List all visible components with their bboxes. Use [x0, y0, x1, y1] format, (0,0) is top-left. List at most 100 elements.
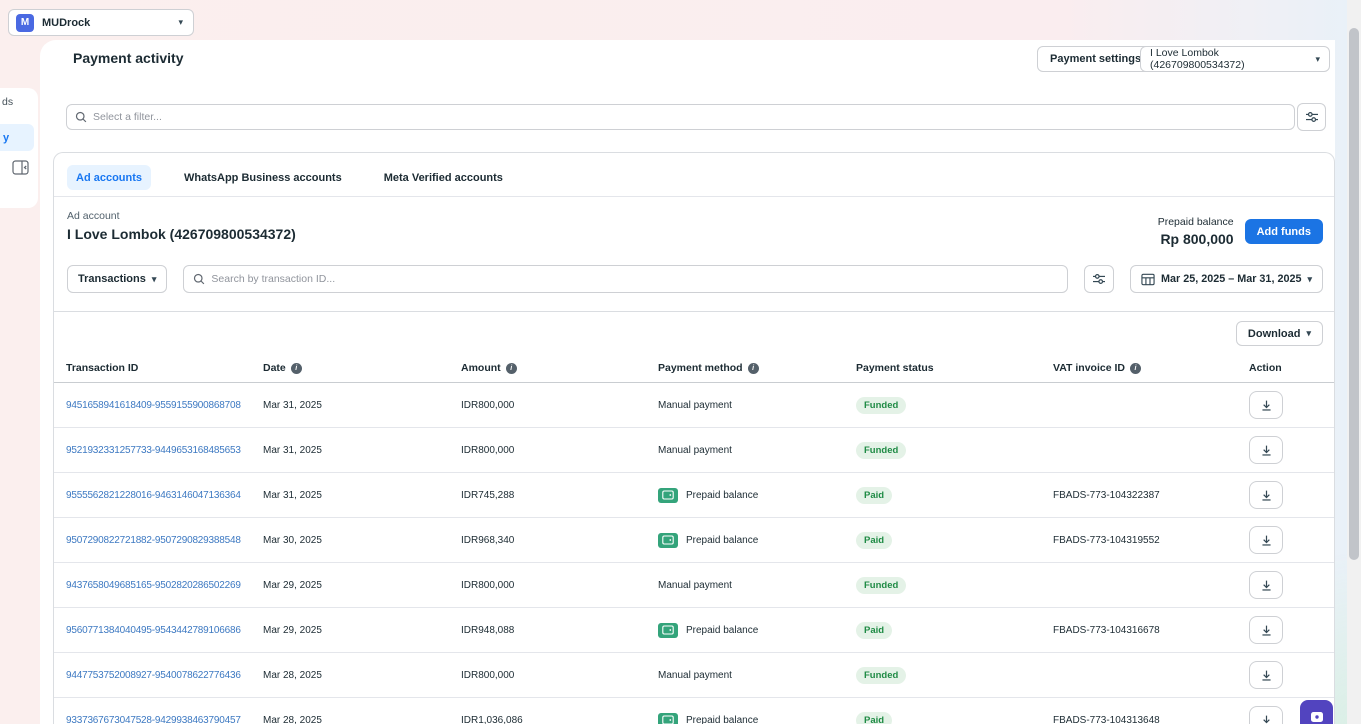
tab-ad-accounts[interactable]: Ad accounts — [67, 165, 151, 190]
download-invoice-button[interactable] — [1249, 616, 1283, 644]
download-button[interactable]: Download ▾ — [1236, 321, 1323, 346]
date-cell: Mar 31, 2025 — [263, 490, 461, 501]
vat-invoice-cell: FBADS-773-104313648 — [1053, 715, 1249, 724]
business-name: MUDrock — [42, 17, 178, 29]
transactions-type-dropdown[interactable]: Transactions ▾ — [67, 265, 167, 293]
amount-cell: IDR800,000 — [461, 670, 658, 681]
transaction-id-link[interactable]: 9437658049685165-9502820286502269 — [66, 580, 241, 591]
main-content-card: Payment activity Payment settings I Love… — [40, 40, 1335, 724]
sidebar-collapse-icon[interactable] — [12, 160, 30, 176]
download-invoice-button[interactable] — [1249, 661, 1283, 689]
transaction-id-link[interactable]: 9507290822721882-9507290829388548 — [66, 535, 241, 546]
column-header-vat-invoice-id: VAT invoice IDi — [1053, 362, 1249, 374]
download-invoice-button[interactable] — [1249, 436, 1283, 464]
info-icon[interactable]: i — [506, 363, 517, 374]
download-invoice-button[interactable] — [1249, 391, 1283, 419]
transaction-search-input[interactable] — [211, 273, 1058, 285]
info-icon[interactable]: i — [291, 363, 302, 374]
date-cell: Mar 31, 2025 — [263, 445, 461, 456]
payment-status-badge: Paid — [856, 487, 892, 504]
transaction-id-link[interactable]: 9447753752008927-9540078622776436 — [66, 670, 241, 681]
download-invoice-button[interactable] — [1249, 481, 1283, 509]
table-row: 9507290822721882-9507290829388548 Mar 30,… — [54, 518, 1334, 563]
filter-search-input[interactable] — [93, 111, 1286, 123]
date-cell: Mar 28, 2025 — [263, 670, 461, 681]
date-cell: Mar 30, 2025 — [263, 535, 461, 546]
payment-method-cell: Prepaid balance — [658, 713, 856, 724]
scrollbar-thumb[interactable] — [1349, 28, 1359, 560]
payment-method-cell: Prepaid balance — [658, 488, 856, 503]
payment-method-cell: Manual payment — [658, 445, 856, 456]
chevron-down-icon: ▾ — [1315, 55, 1320, 64]
search-icon — [193, 273, 205, 285]
download-icon — [1260, 714, 1273, 724]
table-row: 9437658049685165-9502820286502269Mar 29,… — [54, 563, 1334, 608]
payment-status-badge: Funded — [856, 667, 906, 684]
date-cell: Mar 28, 2025 — [263, 715, 461, 724]
tab-whatsapp-business-accounts[interactable]: WhatsApp Business accounts — [175, 165, 351, 190]
chevron-down-icon: ▾ — [178, 18, 183, 27]
prepaid-wallet-icon — [658, 533, 678, 548]
account-selector-value: I Love Lombok (426709800534372) — [1150, 47, 1309, 71]
table-row: 9560771384040495-9543442789106686 Mar 29,… — [54, 608, 1334, 653]
extension-overlay-button[interactable] — [1300, 700, 1333, 724]
filter-search-bar[interactable] — [66, 104, 1295, 130]
vat-invoice-cell: FBADS-773-104316678 — [1053, 625, 1249, 636]
sidebar-item-payment-activity[interactable]: y — [0, 124, 34, 151]
transaction-id-link[interactable]: 9521932331257733-9449653168485653 — [66, 445, 241, 456]
transaction-id-link[interactable]: 9337367673047528-9429938463790457 — [66, 715, 241, 724]
business-logo-icon: M — [16, 14, 34, 32]
amount-cell: IDR968,340 — [461, 535, 658, 546]
download-invoice-button[interactable] — [1249, 706, 1283, 724]
payment-method-cell: Manual payment — [658, 670, 856, 681]
transaction-filter-button[interactable] — [1084, 265, 1114, 293]
prepaid-wallet-icon — [658, 623, 678, 638]
column-header-payment-method: Payment methodi — [658, 362, 856, 374]
account-summary-row: Ad account I Love Lombok (42670980053437… — [54, 197, 1334, 253]
info-icon[interactable]: i — [748, 363, 759, 374]
payment-method-cell: Manual payment — [658, 400, 856, 411]
amount-cell: IDR800,000 — [461, 400, 658, 411]
payment-status-badge: Paid — [856, 622, 892, 639]
column-header-payment-status: Payment status — [856, 362, 1053, 374]
add-funds-button[interactable]: Add funds — [1245, 219, 1323, 244]
transaction-id-link[interactable]: 9560771384040495-9543442789106686 — [66, 625, 241, 636]
sidebar-item-truncated[interactable]: ds — [2, 96, 13, 108]
vat-invoice-cell: FBADS-773-104319552 — [1053, 535, 1249, 546]
transaction-id-link[interactable]: 9451658941618409-9559155900868708 — [66, 400, 241, 411]
table-header: Transaction ID Datei Amounti Payment met… — [54, 354, 1334, 383]
transaction-id-link[interactable]: 9555562821228016-9463146047136364 — [66, 490, 241, 501]
filter-options-button[interactable] — [1297, 103, 1326, 131]
download-icon — [1260, 624, 1273, 637]
download-invoice-button[interactable] — [1249, 571, 1283, 599]
prepaid-balance-label: Prepaid balance — [1158, 216, 1234, 228]
column-header-transaction-id: Transaction ID — [66, 362, 263, 374]
chevron-down-icon: ▾ — [152, 275, 157, 284]
transaction-search-bar[interactable] — [183, 265, 1068, 293]
account-selector-dropdown[interactable]: I Love Lombok (426709800534372) ▾ — [1140, 46, 1330, 72]
tab-meta-verified-accounts[interactable]: Meta Verified accounts — [375, 165, 512, 190]
payment-status-badge: Paid — [856, 712, 892, 724]
payment-settings-button[interactable]: Payment settings — [1037, 46, 1154, 72]
scrollbar-track[interactable] — [1347, 0, 1361, 724]
download-icon — [1260, 399, 1273, 412]
column-header-date: Datei — [263, 362, 461, 374]
download-invoice-button[interactable] — [1249, 526, 1283, 554]
business-selector-dropdown[interactable]: M MUDrock ▾ — [8, 9, 194, 36]
payment-status-badge: Funded — [856, 577, 906, 594]
ad-account-label: Ad account — [67, 210, 296, 222]
ad-account-name: I Love Lombok (426709800534372) — [67, 226, 296, 242]
download-icon — [1260, 489, 1273, 502]
column-header-action: Action — [1249, 362, 1334, 374]
table-row: 9555562821228016-9463146047136364 Mar 31,… — [54, 473, 1334, 518]
date-range-picker[interactable]: Mar 25, 2025 – Mar 31, 2025 ▾ — [1130, 265, 1323, 293]
payment-status-badge: Paid — [856, 532, 892, 549]
download-icon — [1260, 669, 1273, 682]
info-icon[interactable]: i — [1130, 363, 1141, 374]
sidebar: ds y — [0, 88, 38, 208]
payment-method-cell: Prepaid balance — [658, 623, 856, 638]
account-type-tabs: Ad accounts WhatsApp Business accounts M… — [54, 153, 1334, 197]
amount-cell: IDR800,000 — [461, 445, 658, 456]
date-cell: Mar 29, 2025 — [263, 625, 461, 636]
table-body: 9451658941618409-9559155900868708 Mar 31,… — [54, 383, 1334, 724]
